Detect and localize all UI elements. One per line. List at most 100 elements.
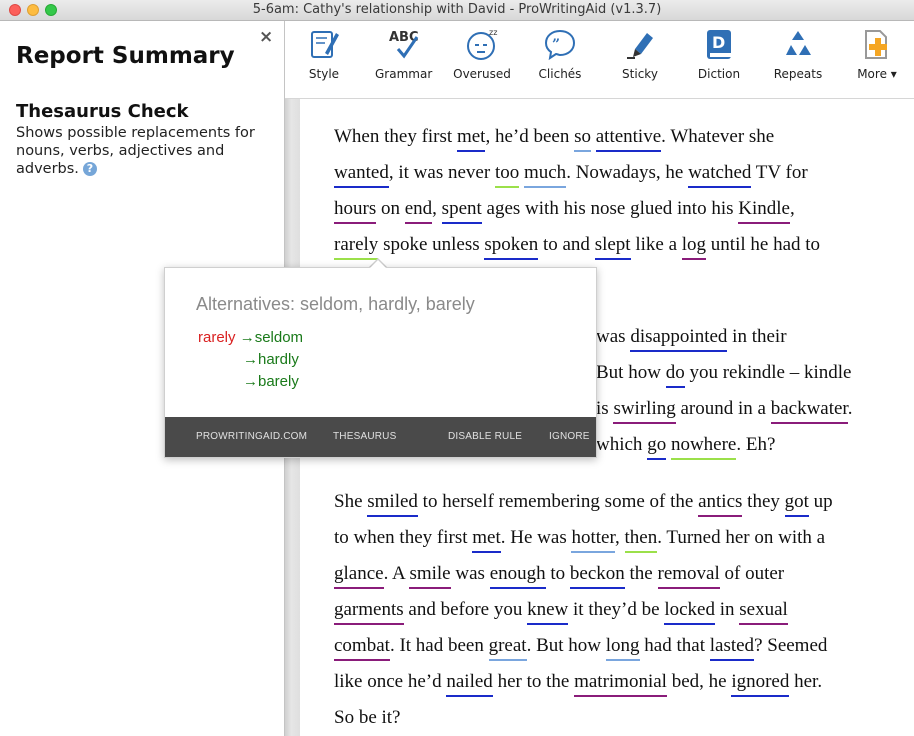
- flagged-word[interactable]: removal: [657, 563, 720, 589]
- text: is: [596, 398, 614, 419]
- flagged-word[interactable]: enough: [489, 563, 546, 589]
- flagged-word[interactable]: beckon: [569, 563, 625, 589]
- flagged-word[interactable]: smile: [409, 563, 451, 589]
- flagged-word[interactable]: met: [456, 126, 486, 152]
- flagged-word[interactable]: garments: [334, 599, 404, 625]
- text: of outer: [719, 563, 785, 584]
- window-title: 5-6am: Cathy's relationship with David -…: [252, 2, 662, 17]
- flagged-word[interactable]: wanted: [334, 162, 389, 188]
- text: . A: [383, 563, 410, 584]
- window-title-bar: 5-6am: Cathy's relationship with David -…: [0, 0, 914, 21]
- text: her to the: [492, 671, 575, 692]
- toolbar-label: Grammar: [375, 67, 433, 81]
- flagged-word-selected[interactable]: rarely: [334, 234, 379, 260]
- original-word: rarely: [198, 329, 236, 346]
- flagged-word[interactable]: much: [523, 162, 567, 188]
- flagged-word[interactable]: backwater: [770, 398, 848, 424]
- text: her.: [789, 671, 823, 692]
- flagged-word[interactable]: sexual: [739, 599, 788, 625]
- toolbar-style-button[interactable]: Style: [303, 27, 345, 81]
- flagged-word[interactable]: log: [681, 234, 707, 260]
- flagged-word[interactable]: long: [605, 635, 640, 661]
- alternative-option[interactable]: barely: [258, 373, 299, 390]
- text: She: [334, 491, 368, 512]
- flagged-word[interactable]: go: [647, 434, 667, 460]
- flagged-word[interactable]: slept: [594, 234, 631, 260]
- text: to: [545, 563, 570, 584]
- flagged-word[interactable]: Kindle: [738, 198, 790, 224]
- minimize-window-button[interactable]: [27, 4, 39, 16]
- toolbar-label: Diction: [697, 67, 741, 81]
- text: was: [450, 563, 490, 584]
- flagged-word[interactable]: locked: [664, 599, 715, 625]
- repeats-icon: [786, 31, 811, 55]
- toolbar-label: Overused: [453, 67, 511, 81]
- text: TV for: [751, 162, 808, 183]
- text: . Whatever she: [661, 126, 775, 147]
- flagged-word[interactable]: knew: [527, 599, 569, 625]
- flagged-word[interactable]: antics: [698, 491, 743, 517]
- arrow: →: [239, 329, 255, 346]
- alternative-option[interactable]: hardly: [258, 351, 299, 368]
- text: like a: [630, 234, 682, 255]
- flagged-word[interactable]: spoken: [484, 234, 539, 260]
- flagged-word[interactable]: spent: [441, 198, 482, 224]
- alternative-option[interactable]: seldom: [255, 329, 303, 346]
- flagged-word[interactable]: nowhere: [670, 434, 737, 460]
- flagged-word[interactable]: disappointed: [630, 326, 728, 352]
- text: it they’d be: [568, 599, 665, 620]
- toolbar-overused-button[interactable]: zz Overused: [452, 27, 512, 81]
- text: ,: [432, 198, 442, 219]
- toolbar-sticky-button[interactable]: Sticky: [618, 27, 662, 81]
- flagged-word[interactable]: then: [624, 527, 658, 553]
- toolbar-diction-button[interactable]: D Diction: [695, 27, 743, 81]
- flagged-word[interactable]: too: [494, 162, 520, 188]
- flagged-word[interactable]: got: [784, 491, 809, 517]
- disable-rule-button[interactable]: DISABLE RULE: [448, 431, 522, 442]
- flagged-word[interactable]: do: [665, 362, 685, 388]
- style-icon: [311, 31, 339, 58]
- text: around in a: [675, 398, 771, 419]
- flagged-word[interactable]: lasted: [709, 635, 755, 661]
- toolbar-repeats-button[interactable]: Repeats: [772, 27, 824, 81]
- flagged-word[interactable]: hours: [334, 198, 377, 224]
- flagged-word[interactable]: combat: [334, 635, 390, 661]
- help-icon[interactable]: ?: [82, 162, 97, 176]
- text: you rekindle – kindle: [684, 362, 852, 383]
- close-window-button[interactable]: [9, 4, 21, 16]
- toolbar-label: Sticky: [622, 67, 658, 81]
- svg-text:zz: zz: [489, 28, 497, 37]
- text: bed, he: [666, 671, 732, 692]
- rule-link[interactable]: THESAURUS: [333, 431, 396, 442]
- flagged-word[interactable]: matrimonial: [574, 671, 667, 697]
- flagged-word[interactable]: nailed: [446, 671, 493, 697]
- flagged-word[interactable]: hotter: [571, 527, 616, 553]
- flagged-word[interactable]: smiled: [367, 491, 418, 517]
- diction-icon: D: [707, 30, 731, 59]
- flagged-word[interactable]: ignored: [731, 671, 790, 697]
- toolbar-label: Clichés: [538, 67, 582, 81]
- text: and before you: [403, 599, 528, 620]
- text: until he had to: [706, 234, 821, 255]
- text: on: [376, 198, 405, 219]
- flagged-word[interactable]: end: [404, 198, 433, 224]
- text: . But how: [526, 635, 606, 656]
- toolbar-cliches-button[interactable]: ” Clichés: [536, 27, 584, 81]
- flagged-word[interactable]: watched: [688, 162, 752, 188]
- toolbar-more-button[interactable]: More ▾: [852, 27, 902, 81]
- text: ,: [615, 527, 625, 548]
- toolbar-label: Style: [308, 67, 340, 81]
- flagged-word[interactable]: attentive: [595, 126, 662, 152]
- text: . He was: [500, 527, 572, 548]
- flagged-word[interactable]: so: [574, 126, 591, 152]
- flagged-word[interactable]: glance: [334, 563, 384, 589]
- flagged-word[interactable]: great: [488, 635, 527, 661]
- flagged-word[interactable]: met: [472, 527, 501, 553]
- toolbar-grammar-button[interactable]: ABC Grammar: [375, 27, 433, 81]
- close-panel-icon[interactable]: ×: [259, 27, 273, 47]
- flagged-word[interactable]: swirling: [613, 398, 676, 424]
- brand-link[interactable]: PROWRITINGAID.COM: [196, 431, 307, 442]
- zoom-window-button[interactable]: [45, 4, 57, 16]
- ignore-button[interactable]: IGNORE: [549, 431, 590, 442]
- popup-footer: PROWRITINGAID.COM THESAURUS DISABLE RULE…: [165, 417, 596, 457]
